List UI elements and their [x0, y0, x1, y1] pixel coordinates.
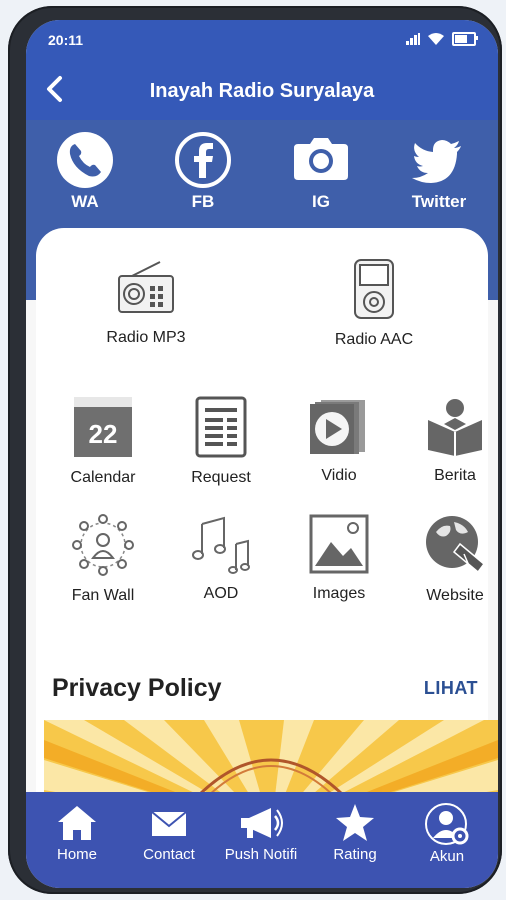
twitter-icon — [412, 140, 461, 183]
nav-contact[interactable]: Contact — [122, 802, 216, 863]
menu-website[interactable]: Website — [400, 514, 498, 605]
home-icon — [58, 806, 96, 840]
content-card: Radio MP3 Radio AAC 22 Calendar Request … — [36, 228, 498, 828]
privacy-view-link[interactable]: LIHAT — [424, 678, 478, 699]
account-icon — [425, 803, 469, 845]
social-wa-button[interactable]: WA — [40, 130, 130, 212]
page-title: Inayah Radio Suryalaya — [149, 80, 375, 102]
menu-berita-label: Berita — [434, 467, 476, 484]
nav-home[interactable]: Home — [30, 802, 124, 863]
social-twitter-label: Twitter — [411, 192, 467, 211]
calendar-day: 22 — [89, 419, 118, 449]
ipod-icon — [354, 259, 394, 319]
menu-website-label: Website — [426, 587, 484, 604]
menu-aod-label: AOD — [203, 585, 239, 602]
nav-rating-label: Rating — [333, 846, 377, 863]
radio-icon — [118, 261, 174, 313]
calendar-icon: 22 — [74, 397, 132, 457]
menu-images[interactable]: Images — [284, 514, 394, 603]
menu-fan-wall-label: Fan Wall — [71, 587, 135, 604]
radio-aac-button[interactable]: Radio AAC — [294, 258, 454, 349]
radio-mp3-label: Radio MP3 — [106, 329, 186, 346]
menu-vidio[interactable]: Vidio — [284, 396, 394, 485]
nav-push-notifi[interactable]: Push Notifi — [214, 802, 308, 863]
image-icon — [309, 514, 369, 574]
network-icon — [72, 514, 134, 576]
menu-request-label: Request — [191, 469, 251, 486]
star-icon — [336, 804, 374, 841]
facebook-icon — [175, 132, 231, 188]
social-wa-label: WA — [71, 192, 99, 211]
menu-fan-wall[interactable]: Fan Wall — [48, 514, 158, 605]
nav-akun-label: Akun — [429, 848, 465, 865]
nav-home-label: Home — [56, 846, 97, 863]
social-ig-button[interactable]: IG — [276, 130, 366, 212]
menu-berita[interactable]: Berita — [400, 396, 498, 485]
megaphone-icon — [241, 808, 283, 838]
menu-images-label: Images — [312, 585, 366, 602]
phone-icon — [57, 132, 113, 188]
battery-icon — [452, 32, 478, 46]
menu-calendar-label: Calendar — [70, 469, 136, 486]
bottom-navigation: Home Contact Push Notifi Rating Akun — [26, 792, 498, 888]
radio-mp3-button[interactable]: Radio MP3 — [66, 258, 226, 347]
status-time: 20:11 — [48, 32, 84, 48]
radio-aac-label: Radio AAC — [334, 331, 414, 348]
music-icon — [192, 516, 250, 574]
menu-aod[interactable]: AOD — [166, 514, 276, 603]
reader-icon — [428, 399, 482, 456]
app-screen: 20:11 Inayah Radio Suryalaya WA FB IG Tw… — [26, 20, 498, 888]
app-bar: Inayah Radio Suryalaya — [26, 60, 498, 120]
menu-vidio-label: Vidio — [321, 467, 357, 484]
camera-icon — [294, 138, 348, 180]
status-bar: 20:11 — [26, 20, 498, 60]
nav-akun[interactable]: Akun — [400, 802, 494, 865]
menu-calendar[interactable]: 22 Calendar — [48, 396, 158, 487]
mail-icon — [151, 811, 187, 836]
device-frame: 20:11 Inayah Radio Suryalaya WA FB IG Tw… — [8, 6, 502, 894]
social-fb-label: FB — [191, 192, 215, 211]
privacy-title: Privacy Policy — [52, 674, 222, 702]
privacy-banner-image — [44, 720, 498, 800]
menu-request[interactable]: Request — [166, 396, 276, 487]
document-icon — [195, 396, 247, 458]
social-ig-label: IG — [312, 192, 330, 211]
nav-contact-label: Contact — [143, 846, 195, 863]
signal-icon — [406, 33, 420, 45]
social-fb-button[interactable]: FB — [158, 130, 248, 212]
nav-push-notifi-label: Push Notifi — [224, 846, 298, 863]
wifi-icon — [428, 33, 444, 45]
status-icons — [406, 32, 478, 46]
nav-rating[interactable]: Rating — [308, 802, 402, 863]
globe-hand-icon — [426, 516, 486, 574]
social-twitter-button[interactable]: Twitter — [394, 130, 484, 212]
video-icon — [310, 400, 365, 454]
